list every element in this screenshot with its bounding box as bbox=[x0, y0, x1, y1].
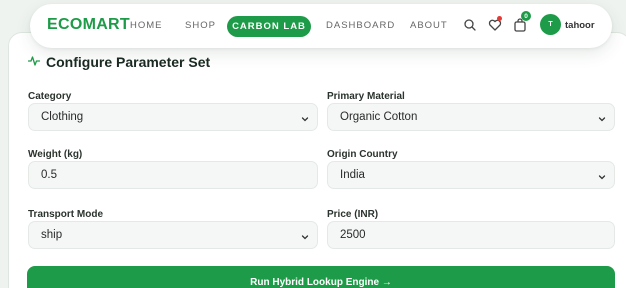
parameter-panel bbox=[8, 32, 626, 288]
chevron-down-icon bbox=[301, 232, 309, 244]
cart-icon[interactable]: 0 bbox=[512, 11, 531, 33]
wishlist-dot bbox=[497, 16, 502, 21]
weight-value: 0.5 bbox=[41, 169, 57, 181]
category-select[interactable]: Clothing bbox=[28, 103, 318, 131]
cart-count-badge: 0 bbox=[521, 11, 531, 21]
chevron-down-icon bbox=[301, 114, 309, 126]
transport-select[interactable]: ship bbox=[28, 221, 318, 249]
price-value: 2500 bbox=[340, 229, 366, 241]
username[interactable]: tahoor bbox=[565, 20, 595, 31]
nav-shop[interactable]: SHOP bbox=[185, 20, 216, 31]
transport-value: ship bbox=[41, 229, 63, 241]
nav-carbon-lab[interactable]: CARBON LAB bbox=[227, 16, 311, 37]
origin-value: India bbox=[340, 169, 365, 181]
origin-label: Origin Country bbox=[327, 149, 398, 160]
category-label: Category bbox=[28, 91, 72, 102]
chevron-down-icon bbox=[598, 172, 606, 184]
price-input[interactable]: 2500 bbox=[327, 221, 615, 249]
page-title: Configure Parameter Set bbox=[46, 54, 211, 70]
material-select[interactable]: Organic Cotton bbox=[327, 103, 615, 131]
material-label: Primary Material bbox=[327, 91, 405, 102]
nav-home[interactable]: HOME bbox=[130, 20, 163, 31]
transport-label: Transport Mode bbox=[28, 209, 104, 220]
search-icon[interactable] bbox=[462, 17, 478, 33]
weight-input[interactable]: 0.5 bbox=[28, 161, 318, 189]
chevron-down-icon bbox=[598, 114, 606, 126]
avatar[interactable]: T bbox=[540, 14, 561, 35]
top-navbar: ECOMART HOME SHOP CARBON LAB DASHBOARD A… bbox=[30, 4, 612, 48]
activity-pulse-icon bbox=[27, 54, 41, 70]
section-header: Configure Parameter Set bbox=[27, 54, 211, 70]
nav-about[interactable]: ABOUT bbox=[410, 20, 448, 31]
nav-dashboard[interactable]: DASHBOARD bbox=[326, 20, 395, 31]
price-label: Price (INR) bbox=[327, 209, 379, 220]
origin-select[interactable]: India bbox=[327, 161, 615, 189]
logo[interactable]: ECOMART bbox=[47, 16, 130, 34]
run-lookup-button[interactable]: Run Hybrid Lookup Engine → bbox=[27, 266, 615, 288]
category-value: Clothing bbox=[41, 111, 84, 123]
material-value: Organic Cotton bbox=[340, 111, 418, 123]
weight-label: Weight (kg) bbox=[28, 149, 83, 160]
wishlist-heart-icon[interactable] bbox=[487, 16, 503, 33]
